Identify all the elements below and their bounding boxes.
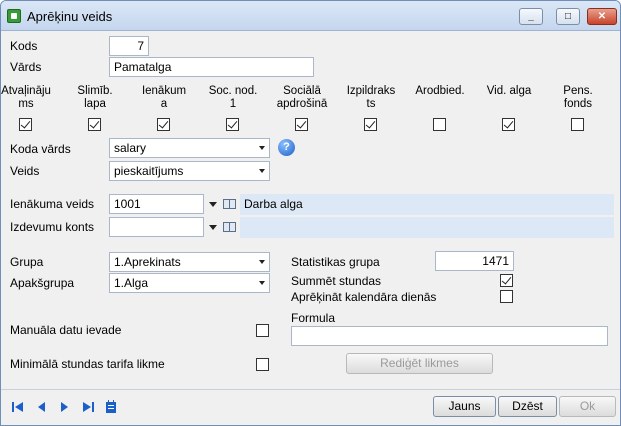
column-header: Atvaļināju ms — [1, 85, 58, 111]
column-header-line1: Ienākum — [141, 85, 187, 97]
izdevumu-konts-label: Izdevumu konts — [10, 220, 95, 234]
column-header-line1: Sociālā — [283, 85, 321, 97]
minimize-button[interactable]: _ — [519, 8, 543, 25]
bottom-toolbar: Jauns Dzēst Ok — [1, 389, 620, 425]
column-header-line1: Arodbied. — [415, 85, 465, 97]
ienakuma-description: Darba alga — [240, 194, 614, 215]
summet-stundas-checkbox[interactable] — [500, 274, 513, 287]
column-header-line2: ms — [18, 98, 34, 110]
minimize-icon: _ — [528, 11, 534, 22]
app-icon — [7, 9, 21, 23]
column-checkbox[interactable] — [295, 118, 308, 131]
column-header: Ienākum a — [132, 85, 196, 111]
grupa-select[interactable]: 1.Aprekinats — [109, 252, 270, 272]
koda-vards-select[interactable]: salary — [109, 138, 270, 158]
dialog-window: Aprēķinu veids _ □ ✕ Kods 7 Vārds Pamata… — [0, 0, 621, 426]
izdevumu-book-icon[interactable] — [223, 222, 236, 232]
close-button[interactable]: ✕ — [587, 8, 617, 25]
veids-select[interactable]: pieskaitījums — [109, 161, 270, 181]
statistikas-grupa-label: Statistikas grupa — [291, 255, 380, 269]
ienakuma-veids-label: Ienākuma veids — [10, 197, 95, 211]
column-header: Vid. alga — [477, 85, 541, 98]
manuala-label: Manuāla datu ievade — [10, 323, 122, 337]
izdevumu-konts-input[interactable] — [109, 217, 204, 237]
calendar-icon[interactable] — [105, 400, 117, 414]
ienakuma-book-icon[interactable] — [223, 199, 236, 209]
column-checkbox[interactable] — [226, 118, 239, 131]
min-stundas-label: Minimālā stundas tarifa likme — [10, 357, 165, 371]
column-header-line2: fonds — [563, 98, 593, 110]
ienakuma-veids-input[interactable]: 1001 — [109, 194, 204, 214]
vards-input[interactable]: Pamatalga — [109, 57, 314, 77]
kods-label: Kods — [10, 39, 38, 53]
ienakuma-dropdown-icon[interactable] — [209, 202, 217, 207]
last-record-icon[interactable] — [81, 401, 95, 413]
summet-stundas-label: Summēt stundas — [291, 274, 382, 288]
column-checkbox[interactable] — [433, 118, 446, 131]
jauns-button[interactable]: Jauns — [433, 396, 496, 417]
manuala-checkbox[interactable] — [256, 324, 269, 337]
column-header: Slimīb. lapa — [63, 85, 127, 111]
aprekinat-kal-label: Aprēķināt kalendāra dienās — [291, 290, 437, 304]
dzest-button[interactable]: Dzēst — [498, 396, 557, 417]
column-header-line1: Vid. alga — [486, 85, 532, 97]
column-header-line1: Slimīb. — [77, 85, 113, 97]
column-checkbox[interactable] — [502, 118, 515, 131]
column-header-line2: 1 — [229, 98, 237, 110]
help-icon[interactable]: ? — [278, 139, 295, 156]
column-header: Soc. nod. 1 — [201, 85, 265, 111]
title-bar: Aprēķinu veids _ □ ✕ — [1, 1, 620, 31]
aprekinat-kal-checkbox[interactable] — [500, 290, 513, 303]
next-record-icon[interactable] — [57, 401, 71, 413]
column-header: Arodbied. — [408, 85, 472, 98]
column-header: Izpildraks ts — [339, 85, 403, 111]
form-content: Kods 7 Vārds Pamatalga Atvaļināju ms Slimī… — [1, 31, 617, 389]
column-header-line2: a — [160, 98, 168, 110]
column-checkbox[interactable] — [19, 118, 32, 131]
maximize-icon: □ — [564, 11, 572, 22]
column-header: Sociālā apdrošinā — [270, 85, 334, 111]
previous-record-icon[interactable] — [35, 401, 49, 413]
column-checkbox[interactable] — [364, 118, 377, 131]
column-header-line2: lapa — [84, 98, 106, 110]
izdevumu-dropdown-icon[interactable] — [209, 225, 217, 230]
formula-label: Formula — [291, 311, 336, 325]
column-header-line1: Pens. — [563, 85, 593, 97]
kods-input[interactable]: 7 — [109, 36, 149, 56]
rediget-likmes-button[interactable]: Rediģēt likmes — [346, 353, 493, 374]
column-checkbox[interactable] — [157, 118, 170, 131]
maximize-button[interactable]: □ — [556, 8, 580, 25]
vards-label: Vārds — [10, 60, 42, 74]
column-header-line1: Atvaļināju — [1, 85, 51, 97]
window-title: Aprēķinu veids — [27, 9, 113, 24]
statistikas-grupa-input[interactable]: 1471 — [435, 251, 514, 271]
apaksgrupa-select[interactable]: 1.Alga — [109, 273, 270, 293]
column-header: Pens. fonds — [546, 85, 610, 111]
column-checkbox[interactable] — [88, 118, 101, 131]
formula-input[interactable] — [291, 326, 608, 346]
min-stundas-checkbox[interactable] — [256, 358, 269, 371]
first-record-icon[interactable] — [11, 401, 25, 413]
izdevumu-description — [240, 217, 614, 238]
ok-button[interactable]: Ok — [559, 396, 616, 417]
column-header-line2: apdrošinā — [276, 98, 328, 110]
column-header-line1: Izpildraks — [346, 85, 396, 97]
koda-vards-label: Koda vārds — [10, 142, 71, 156]
column-checkbox[interactable] — [571, 118, 584, 131]
column-header-line2: ts — [366, 98, 376, 110]
apaksgrupa-label: Apakšgrupa — [10, 276, 75, 290]
column-header-line1: Soc. nod. — [208, 85, 258, 97]
veids-label: Veids — [10, 164, 40, 178]
close-icon: ✕ — [597, 11, 607, 22]
grupa-label: Grupa — [10, 255, 44, 269]
